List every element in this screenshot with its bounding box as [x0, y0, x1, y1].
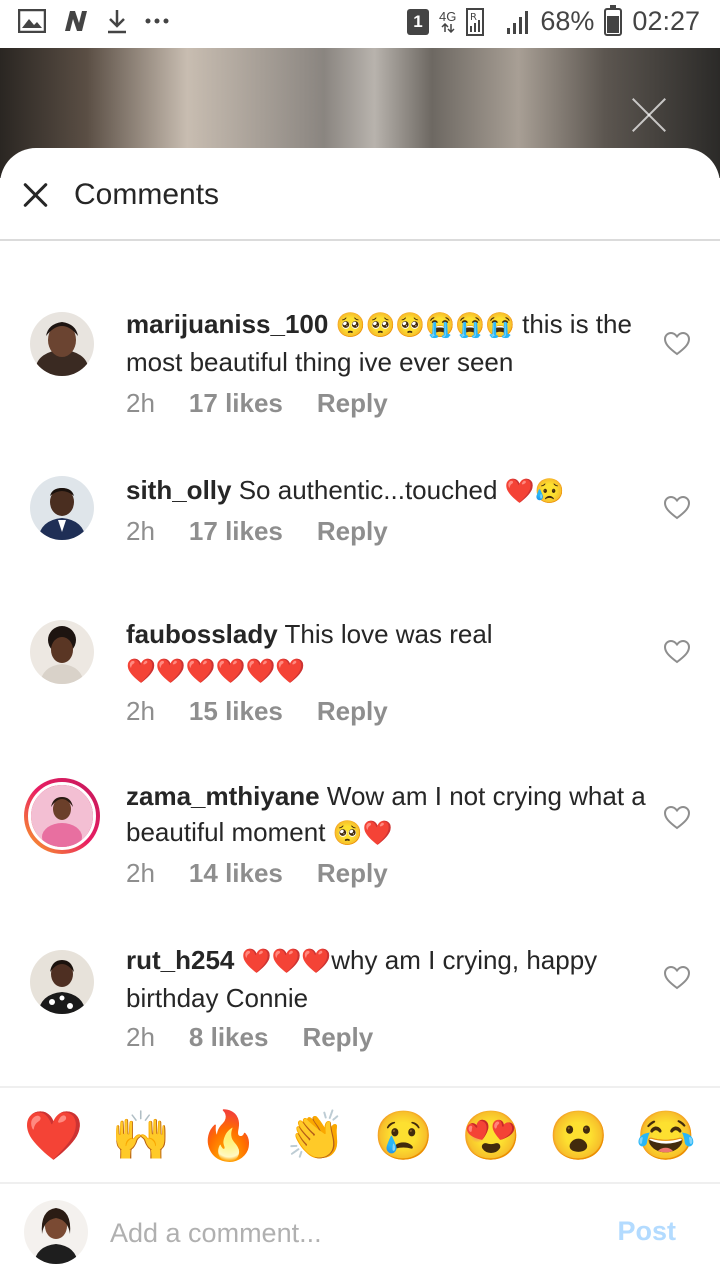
- comment-input[interactable]: [110, 1208, 590, 1258]
- svg-text:R: R: [470, 12, 477, 23]
- comment-meta: 2h 17 likes Reply: [126, 388, 388, 419]
- comment-time: 2h: [126, 388, 155, 418]
- surprised-emoji-button[interactable]: 😮: [549, 1107, 609, 1164]
- laughing-emoji-button[interactable]: 😂: [636, 1107, 696, 1164]
- reply-button[interactable]: Reply: [317, 696, 388, 727]
- heart-icon[interactable]: [663, 965, 691, 990]
- avatar: [28, 782, 96, 850]
- roaming-signal-icon: R: [466, 7, 496, 36]
- status-bar-right: 1 4G R 68% 02:27: [407, 4, 700, 37]
- comment-text: rut_h254 ❤️❤️❤️why am I crying, happy bi…: [126, 942, 646, 1016]
- comment-meta: 2h 14 likes Reply: [126, 858, 388, 889]
- comment-likes[interactable]: 14 likes: [189, 858, 283, 889]
- fire-emoji-button[interactable]: 🔥: [199, 1107, 259, 1164]
- avatar[interactable]: [30, 950, 94, 1014]
- clapping-emoji-button[interactable]: 👏: [286, 1107, 346, 1164]
- comment-emojis: ❤️❤️❤️❤️❤️❤️: [126, 658, 306, 685]
- download-icon: [106, 8, 128, 34]
- comment-composer: Post: [0, 1186, 720, 1280]
- heart-icon[interactable]: [663, 639, 691, 664]
- battery-icon: [604, 4, 623, 36]
- avatar-with-story-ring[interactable]: [24, 778, 100, 854]
- heart-icon[interactable]: [663, 495, 691, 520]
- comment-likes[interactable]: 15 likes: [189, 696, 283, 727]
- clock: 02:27: [632, 6, 700, 36]
- comment-username[interactable]: sith_olly: [126, 475, 231, 505]
- status-bar: 1 4G R 68% 02:27: [0, 0, 720, 48]
- comment-emojis: 🥺❤️: [332, 820, 393, 847]
- comment-time: 2h: [126, 696, 155, 726]
- comment-time: 2h: [126, 516, 155, 546]
- comment-meta: 2h 15 likes Reply: [126, 696, 388, 727]
- background-close-icon[interactable]: [630, 96, 668, 134]
- comment-time: 2h: [126, 1022, 155, 1052]
- raising-hands-emoji-button[interactable]: 🙌: [111, 1107, 171, 1164]
- crying-emoji-button[interactable]: 😢: [374, 1107, 434, 1164]
- comment-text: zama_mthiyane Wow am I not crying what a…: [126, 778, 646, 852]
- comment-body: This love was real: [284, 619, 493, 649]
- network-type-label: 4G: [439, 9, 457, 24]
- comment-emojis: ❤️😥: [504, 478, 565, 505]
- avatar[interactable]: [30, 620, 94, 684]
- comment-text: marijuaniss_100 🥺🥺🥺😭😭😭 this is the most …: [126, 306, 646, 380]
- comment-text: faubosslady This love was real ❤️❤️❤️❤️❤…: [126, 616, 646, 690]
- avatar[interactable]: [30, 476, 94, 540]
- comment-meta: 2h 8 likes Reply: [126, 1022, 373, 1053]
- heart-eyes-emoji-button[interactable]: 😍: [461, 1107, 521, 1164]
- battery-percent: 68%: [540, 6, 595, 36]
- comment-username[interactable]: faubosslady: [126, 619, 278, 649]
- comment-username[interactable]: rut_h254: [126, 945, 234, 975]
- comment-username[interactable]: marijuaniss_100: [126, 309, 328, 339]
- avatar[interactable]: [30, 312, 94, 376]
- current-user-avatar: [24, 1200, 88, 1264]
- status-bar-left: [18, 8, 170, 34]
- battery-fill: [607, 16, 620, 33]
- sim-slot-badge: 1: [407, 8, 430, 35]
- comment-likes[interactable]: 17 likes: [189, 516, 283, 547]
- reply-button[interactable]: Reply: [317, 516, 388, 547]
- comment-emojis: 🥺🥺🥺😭😭😭: [335, 312, 515, 339]
- reply-button[interactable]: Reply: [317, 388, 388, 419]
- comment-meta: 2h 17 likes Reply: [126, 516, 388, 547]
- comment-username[interactable]: zama_mthiyane: [126, 781, 320, 811]
- comment-likes[interactable]: 8 likes: [189, 1022, 269, 1053]
- comment-time: 2h: [126, 858, 155, 888]
- more-notifications-icon: [144, 17, 170, 25]
- post-button[interactable]: Post: [617, 1216, 676, 1247]
- n-app-notification-icon: [62, 9, 90, 33]
- quick-emoji-bar: ❤️ 🙌 🔥 👏 😢 😍 😮 😂: [0, 1086, 720, 1184]
- sheet-header: Comments: [0, 148, 720, 241]
- heart-icon[interactable]: [663, 805, 691, 830]
- comment-likes[interactable]: 17 likes: [189, 388, 283, 419]
- gallery-notification-icon: [18, 9, 46, 33]
- heart-emoji-button[interactable]: ❤️: [24, 1107, 84, 1164]
- heart-icon[interactable]: [663, 331, 691, 356]
- network-type: 4G: [439, 10, 456, 33]
- reply-button[interactable]: Reply: [302, 1022, 373, 1053]
- comment-emojis: ❤️❤️❤️: [241, 948, 332, 975]
- signal-strength-icon: [506, 8, 530, 36]
- comment-text: sith_olly So authentic...touched ❤️😥: [126, 472, 646, 510]
- comment-body: So authentic...touched: [238, 475, 498, 505]
- close-icon[interactable]: [22, 182, 48, 208]
- reply-button[interactable]: Reply: [317, 858, 388, 889]
- sheet-title: Comments: [74, 178, 220, 211]
